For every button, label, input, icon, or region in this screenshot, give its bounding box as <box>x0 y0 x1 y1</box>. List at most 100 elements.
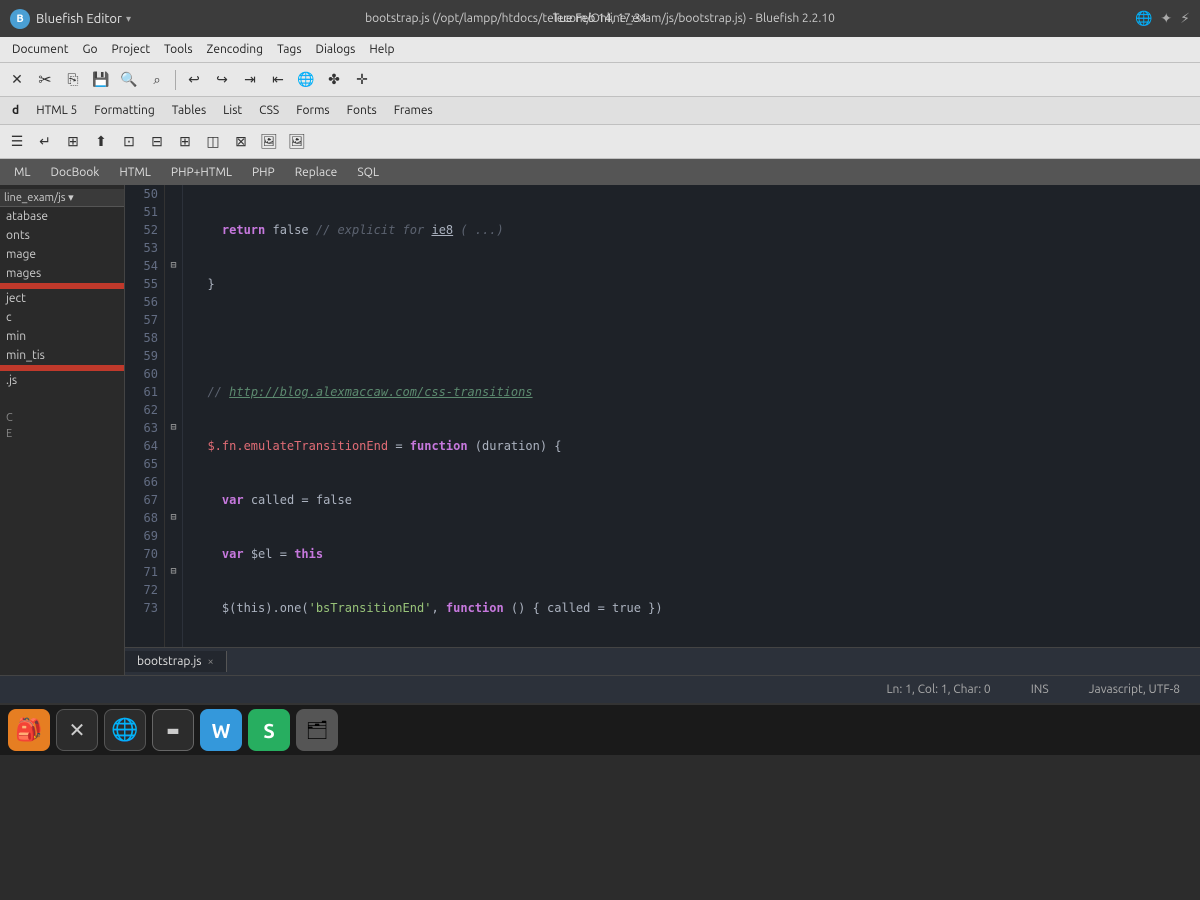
mode-replace[interactable]: Replace <box>287 164 346 181</box>
html-toolbar: d HTML 5 Formatting Tables List CSS Form… <box>0 97 1200 125</box>
app-menu-arrow[interactable]: ▾ <box>126 13 131 25</box>
taskbar-terminal[interactable]: ▬ <box>152 709 194 751</box>
network-icon: 🌐 <box>1135 10 1152 27</box>
mode-docbook[interactable]: DocBook <box>43 164 108 181</box>
code-line-55: var called = false <box>193 491 1190 509</box>
code-line-50: return false // explicit for ie8 ( ...) <box>193 221 1190 239</box>
code-editor[interactable]: 50 51 52 53 54 55 56 57 58 59 60 61 62 6… <box>125 185 1200 675</box>
validate-button[interactable]: ✤ <box>321 67 347 93</box>
sidebar-item-min-tis[interactable]: min_tis <box>0 346 124 365</box>
sidebar-item-image[interactable]: mage <box>0 245 124 264</box>
sidebar-item-images[interactable]: mages <box>0 264 124 283</box>
mode-html[interactable]: HTML <box>111 164 159 181</box>
file-sidebar: line_exam/js ▾ atabase onts mage mages j… <box>0 185 125 675</box>
new-button[interactable]: ✕ <box>4 67 30 93</box>
code-line-53: // http://blog.alexmaccaw.com/css-transi… <box>193 383 1190 401</box>
filebrowser-button[interactable]: ✛ <box>349 67 375 93</box>
menu-go[interactable]: Go <box>76 41 103 58</box>
format-btn-1[interactable]: ☰ <box>4 129 30 155</box>
taskbar-app-manager[interactable]: 🎒 <box>8 709 50 751</box>
status-bar: Ln: 1, Col: 1, Char: 0 INS Javascript, U… <box>0 675 1200 703</box>
cursor-position: Ln: 1, Col: 1, Char: 0 <box>886 683 990 696</box>
toolbar-separator-1 <box>175 70 176 90</box>
main-toolbar: ✕ ✂ ⎘ 💾 🔍 ⌕ ↩ ↪ ⇥ ⇤ 🌐 ✤ ✛ <box>0 63 1200 97</box>
menu-zencoding[interactable]: Zencoding <box>201 41 270 58</box>
sidebar-item-js[interactable]: .js <box>0 371 124 390</box>
editor-tab-label: bootstrap.js <box>137 655 201 668</box>
search-button[interactable]: 🔍 <box>116 67 142 93</box>
tab-fonts[interactable]: Fonts <box>339 102 385 119</box>
tab-close-button[interactable]: × <box>207 656 213 668</box>
sidebar-bottom-c: C <box>0 410 124 426</box>
code-line-56: var $el = this <box>193 545 1190 563</box>
main-area: line_exam/js ▾ atabase onts mage mages j… <box>0 185 1200 675</box>
tab-list[interactable]: List <box>215 102 250 119</box>
format-btn-2[interactable]: ↵ <box>32 129 58 155</box>
menu-project[interactable]: Project <box>105 41 156 58</box>
format-btn-6[interactable]: ⊟ <box>144 129 170 155</box>
format-btn-7[interactable]: ⊞ <box>172 129 198 155</box>
menu-bar: Document Go Project Tools Zencoding Tags… <box>0 37 1200 63</box>
tab-d[interactable]: d <box>4 102 27 119</box>
sidebar-item-database[interactable]: atabase <box>0 207 124 226</box>
indent-button[interactable]: ⇥ <box>237 67 263 93</box>
sidebar-dropdown[interactable]: line_exam/js ▾ <box>0 189 124 207</box>
preview-button[interactable]: 🌐 <box>293 67 319 93</box>
format-btn-5[interactable]: ⊡ <box>116 129 142 155</box>
mode-sql[interactable]: SQL <box>349 164 387 181</box>
tab-formatting[interactable]: Formatting <box>86 102 163 119</box>
search2-button[interactable]: ⌕ <box>144 67 170 93</box>
tab-forms[interactable]: Forms <box>288 102 337 119</box>
menu-document[interactable]: Document <box>6 41 74 58</box>
mode-tabs: ML DocBook HTML PHP+HTML PHP Replace SQL <box>0 159 1200 185</box>
settings-icon: ✕ <box>69 718 86 742</box>
tab-html5[interactable]: HTML 5 <box>28 102 85 119</box>
taskbar-files[interactable]: 🗂 <box>296 709 338 751</box>
line-numbers: 50 51 52 53 54 55 56 57 58 59 60 61 62 6… <box>125 185 165 647</box>
code-content[interactable]: return false // explicit for ie8 ( ...) … <box>183 185 1200 647</box>
tab-tables[interactable]: Tables <box>164 102 214 119</box>
code-line-52 <box>193 329 1190 347</box>
sidebar-item-min[interactable]: min <box>0 327 124 346</box>
mode-phphtml[interactable]: PHP+HTML <box>163 164 240 181</box>
outdent-button[interactable]: ⇤ <box>265 67 291 93</box>
format-btn-3[interactable]: ⊞ <box>60 129 86 155</box>
menu-tags[interactable]: Tags <box>271 41 307 58</box>
menu-tools[interactable]: Tools <box>158 41 199 58</box>
bluetooth-icon: ✦ <box>1160 10 1172 27</box>
mode-php[interactable]: PHP <box>244 164 283 181</box>
format-btn-10[interactable]: 🖼 <box>256 129 282 155</box>
format-btn-8[interactable]: ◫ <box>200 129 226 155</box>
editor-tab-bootstrap[interactable]: bootstrap.js × <box>125 651 227 672</box>
sidebar-bottom-e: E <box>0 426 124 442</box>
app-name: Bluefish Editor <box>36 12 122 26</box>
taskbar-spreadsheet[interactable]: S <box>248 709 290 751</box>
undo-button[interactable]: ↩ <box>181 67 207 93</box>
format-btn-11[interactable]: 🖼 <box>284 129 310 155</box>
sidebar-dropdown-label: line_exam/js ▾ <box>4 191 74 204</box>
sidebar-item-ject[interactable]: ject <box>0 289 124 308</box>
sidebar-item-fonts[interactable]: onts <box>0 226 124 245</box>
save-button[interactable]: 💾 <box>88 67 114 93</box>
app-icon: B <box>10 9 30 29</box>
cut-button[interactable]: ✂ <box>32 67 58 93</box>
title-bar: B Bluefish Editor ▾ bootstrap.js (/opt/l… <box>0 0 1200 37</box>
taskbar-settings[interactable]: ✕ <box>56 709 98 751</box>
format-toolbar: ☰ ↵ ⊞ ⬆ ⊡ ⊟ ⊞ ◫ ⊠ 🖼 🖼 <box>0 125 1200 159</box>
code-area[interactable]: 50 51 52 53 54 55 56 57 58 59 60 61 62 6… <box>125 185 1200 647</box>
menu-dialogs[interactable]: Dialogs <box>310 41 362 58</box>
mode-ml[interactable]: ML <box>6 164 39 181</box>
spreadsheet-icon: S <box>263 719 274 742</box>
format-btn-4[interactable]: ⬆ <box>88 129 114 155</box>
code-line-57: $(this).one('bsTransitionEnd', function … <box>193 599 1190 617</box>
taskbar-word[interactable]: W <box>200 709 242 751</box>
tab-css[interactable]: CSS <box>251 102 287 119</box>
redo-button[interactable]: ↪ <box>209 67 235 93</box>
copy-button[interactable]: ⎘ <box>60 67 86 93</box>
menu-help[interactable]: Help <box>363 41 400 58</box>
taskbar-browser[interactable]: 🌐 <box>104 709 146 751</box>
format-btn-9[interactable]: ⊠ <box>228 129 254 155</box>
sidebar-item-c[interactable]: c <box>0 308 124 327</box>
terminal-icon: ▬ <box>166 722 179 739</box>
tab-frames[interactable]: Frames <box>386 102 441 119</box>
